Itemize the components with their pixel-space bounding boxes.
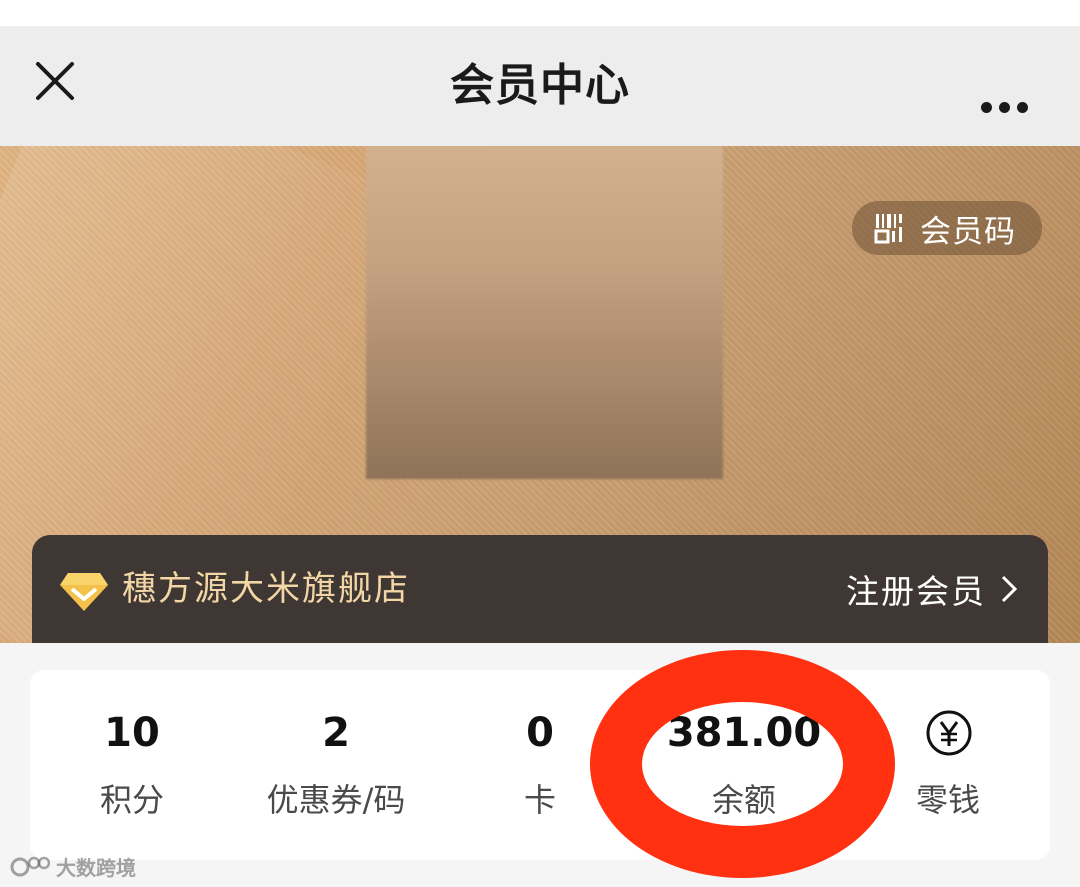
stat-value: 10	[104, 710, 160, 756]
stat-label: 卡	[523, 781, 556, 819]
store-name: 穗方源大米旗舰店	[122, 569, 410, 609]
register-label: 注册会员	[846, 572, 986, 611]
watermark: 大数跨境	[10, 852, 136, 881]
yen-icon	[926, 710, 972, 756]
status-strip	[0, 0, 1080, 26]
stat-coupons[interactable]: 2 优惠券/码	[234, 670, 438, 860]
stat-label: 余额	[711, 781, 776, 819]
member-code-label: 会员码	[920, 213, 1016, 250]
stat-label: 积分	[99, 781, 164, 819]
member-code-button[interactable]: 会员码	[852, 201, 1042, 255]
barcode-icon	[874, 214, 902, 244]
nav-bar: 会员中心	[0, 26, 1080, 146]
watermark-logo-icon	[10, 856, 50, 876]
close-icon[interactable]	[30, 56, 80, 106]
stat-points[interactable]: 10 积分	[30, 670, 234, 860]
chevron-right-icon	[1001, 575, 1018, 603]
stat-label: 零钱	[915, 781, 980, 819]
register-member-link[interactable]: 注册会员	[846, 565, 1018, 613]
page-title: 会员中心	[450, 60, 630, 111]
stats-card: 10 积分 2 优惠券/码 0 卡 381.00 余额 零钱	[30, 670, 1050, 860]
stat-value: 381.00	[666, 710, 822, 756]
stat-value: 0	[526, 710, 554, 756]
diamond-icon	[60, 573, 108, 611]
blurred-avatar	[366, 146, 723, 479]
stat-value: 2	[322, 710, 350, 756]
watermark-text: 大数跨境	[56, 856, 136, 880]
stat-balance[interactable]: 381.00 余额	[642, 670, 846, 860]
more-dots-icon[interactable]	[975, 96, 1035, 120]
stat-change[interactable]: 零钱	[846, 670, 1050, 860]
stat-label: 优惠券/码	[266, 781, 406, 819]
store-bar: 穗方源大米旗舰店 注册会员	[32, 535, 1048, 650]
stat-cards[interactable]: 0 卡	[438, 670, 642, 860]
